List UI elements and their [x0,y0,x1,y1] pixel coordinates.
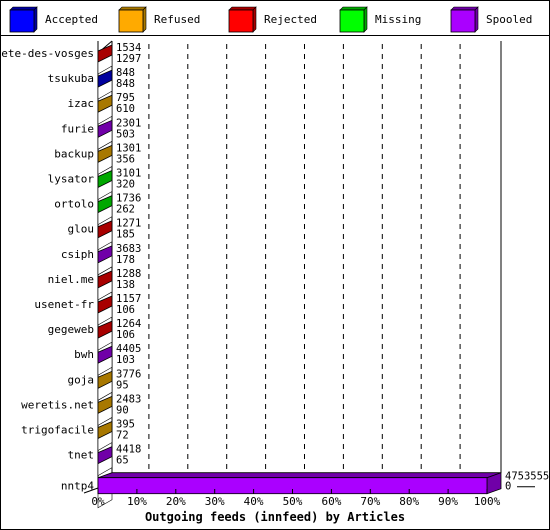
category-label: gegeweb [48,323,94,336]
bar-value-bottom: 178 [116,254,135,266]
x-tick-label: 40% [244,495,264,508]
category-label: izac [68,97,95,110]
bar-value-bottom: 356 [116,153,135,165]
bar-top [97,472,502,479]
legend-swatch-top [118,6,147,11]
category-label: bete-des-vosges [0,47,94,60]
legend-item-accepted: Accepted [9,6,98,33]
bar-value-bottom: 106 [116,304,135,316]
legend-swatch [118,9,144,33]
bar-value-bottom: 106 [116,329,135,341]
legend-item-spooled: Spooled [450,6,532,33]
legend-label: Refused [154,13,200,26]
legend-swatch [450,9,476,33]
category-label: furie [61,122,94,135]
legend-label: Spooled [486,13,532,26]
legend-swatch [228,9,254,33]
category-label: lysator [48,173,95,186]
x-tick-label: 30% [205,495,225,508]
legend-label: Missing [375,13,421,26]
x-tick-label: 90% [438,495,458,508]
legend-swatch-side [142,6,147,33]
bar-value-top: 4753555 [505,471,549,483]
bar-value-bottom: 72 [116,430,129,442]
category-label: tsukuba [48,72,94,85]
bar-value-bottom: 103 [116,354,135,366]
category-label: ortolo [54,198,94,211]
category-label: usenet-fr [34,298,94,311]
x-tick-label: 50% [283,495,303,508]
category-label: csiph [61,248,94,261]
legend-item-rejected: Rejected [228,6,317,33]
chart-svg: Accepted Refused Rejected Missing Spooled 15… [0,6,549,524]
bars: 15341297bete-des-vosges848848tsukuba7956… [0,42,549,509]
x-tick-label: 20% [166,495,186,508]
bar-value-bottom: 1297 [116,53,141,65]
legend-label: Accepted [45,13,98,26]
bar-value-bottom: 848 [116,78,135,90]
legend-item-refused: Refused [118,6,200,33]
legend-label: Rejected [264,13,317,26]
legend-swatch-side [474,6,479,33]
category-label: glou [68,223,95,236]
category-label: niel.me [48,273,94,286]
bar-value-bottom: 610 [116,103,135,115]
x-tick-label: 100% [474,495,501,508]
bar-value-bottom: 320 [116,179,135,191]
bar-row: 441865tnet [68,444,141,477]
legend-swatch-top [9,6,38,11]
legend-swatch-side [33,6,38,33]
axes [97,40,502,490]
category-label: trigofacile [21,424,94,437]
x-tick-label: 60% [321,495,341,508]
category-label: tnet [68,449,95,462]
legend-swatch-side [363,6,368,33]
bar-value-bottom: 138 [116,279,135,291]
bar-value-bottom: 185 [116,229,135,241]
x-axis-label: Outgoing feeds (innfeed) by Articles [145,510,405,524]
category-label: weretis.net [21,398,94,411]
category-label: bwh [74,348,94,361]
x-tick-label: 10% [127,495,147,508]
legend-item-missing: Missing [339,6,421,33]
bar-value-bottom: 65 [116,455,129,467]
x-tick-label: 80% [399,495,419,508]
x-tick-label: 0% [91,495,105,508]
bar-value-bottom: 262 [116,204,135,216]
grid-lines [148,44,461,473]
x-tick-label: 70% [360,495,380,508]
category-label: backup [54,147,94,160]
bar-value-bottom: 503 [116,128,135,140]
bar-value-bottom: 90 [116,404,129,416]
legend-swatch-side [252,6,257,33]
bar-value-bottom: 95 [116,379,129,391]
legend-swatch-top [339,6,368,11]
category-label: goja [68,373,95,386]
legend-swatch-top [228,6,257,11]
legend-swatch [339,9,365,33]
legend-swatch-top [450,6,479,11]
legend-swatch [9,9,35,33]
bar-value-bottom: 0 [505,481,511,493]
legend-items: Accepted Refused Rejected Missing Spooled [9,6,532,33]
